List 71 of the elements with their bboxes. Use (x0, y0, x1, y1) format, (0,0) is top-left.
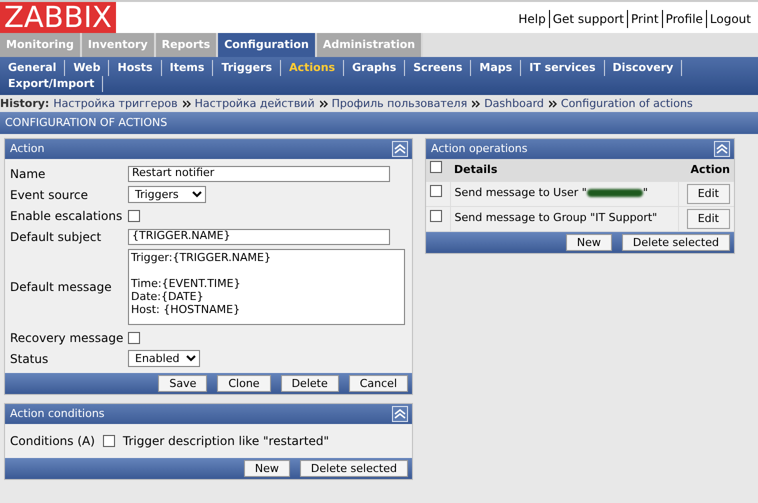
field-label: Default message (10, 279, 113, 296)
field-label: Recovery message (10, 330, 124, 346)
column-header: Details (450, 159, 678, 181)
submenu-link[interactable]: Export/Import (4, 76, 104, 92)
submenu-link[interactable]: General (4, 60, 66, 76)
checkbox[interactable] (430, 161, 442, 173)
history-link[interactable]: Профиль пользователя (332, 95, 468, 112)
checkbox[interactable] (430, 184, 442, 197)
chevron-icon (548, 100, 557, 108)
header-link[interactable]: Help (515, 10, 549, 28)
button[interactable]: Cancel (348, 375, 408, 392)
submenu-link[interactable]: Items (166, 60, 214, 76)
field-label: Enable escalations (10, 208, 124, 224)
field-label: Event source (10, 186, 90, 204)
chevron-icon (320, 100, 328, 108)
submenu-link[interactable]: Maps (475, 60, 522, 76)
operation-text: " (642, 186, 648, 200)
header-link[interactable]: Profile (662, 10, 706, 28)
message-field[interactable]: Trigger:{TRIGGER.NAME} Time:{EVENT.TIME} Date:{DATE} Host: {HOSTNAME} (128, 249, 405, 325)
history-link[interactable]: Configuration of actions (560, 95, 693, 112)
submenu-link[interactable]: IT services (525, 60, 605, 76)
button[interactable]: Save (158, 375, 208, 392)
field-label: Default subject (10, 228, 102, 246)
operation-text: Send message to User " (454, 186, 587, 200)
input-field[interactable]: {TRIGGER.NAME} (128, 228, 390, 244)
button[interactable]: Delete selected (622, 234, 730, 250)
logo: ZABBIX (0, 2, 116, 33)
history-link[interactable]: Dashboard (484, 95, 544, 112)
header-link[interactable]: Get support (548, 10, 627, 28)
menu-tab[interactable]: Configuration (218, 33, 317, 57)
panel-title: Action (10, 140, 44, 157)
collapse-icon[interactable] (392, 406, 408, 422)
column-header: Action (678, 159, 734, 181)
submenu-link[interactable]: Graphs (348, 60, 406, 76)
submenu-link[interactable]: Triggers (217, 60, 282, 76)
history-link[interactable]: Настройка действий (194, 95, 315, 112)
button[interactable]: New (244, 460, 290, 477)
collapse-icon[interactable] (392, 141, 408, 157)
submenu-link[interactable]: Screens (409, 60, 472, 76)
chevron-icon (182, 100, 191, 108)
panel-title: Action conditions (10, 406, 105, 422)
field-label: Name (10, 166, 46, 182)
submenu-link[interactable]: Discovery (608, 60, 682, 76)
edit-button[interactable]: Edit (686, 208, 730, 228)
chevron-icon (472, 100, 480, 108)
dropdown[interactable]: Enabled (128, 350, 200, 367)
field-label: Conditions (A) (10, 433, 95, 450)
header-link[interactable]: Logout (706, 10, 754, 28)
operation-text: Send message to Group "IT Support" (454, 211, 658, 224)
field-label: Status (10, 350, 50, 368)
dropdown[interactable]: Triggers (128, 186, 206, 203)
checkbox[interactable] (128, 210, 140, 222)
button[interactable]: Delete (280, 375, 339, 392)
collapse-icon[interactable] (714, 141, 730, 157)
page-title: CONFIGURATION OF ACTIONS (0, 112, 758, 134)
condition-text: Trigger description like "restarted" (122, 433, 330, 450)
history-label: History: (0, 96, 50, 112)
checkbox[interactable] (430, 210, 442, 222)
button[interactable]: Clone (217, 375, 271, 392)
input-field[interactable]: Restart notifier (128, 166, 390, 182)
panel-title: Action operations (431, 140, 528, 157)
button[interactable]: Delete selected (300, 460, 408, 477)
checkbox[interactable] (128, 332, 140, 344)
header-link[interactable]: Print (626, 10, 662, 28)
submenu-link[interactable]: Hosts (113, 60, 162, 76)
history-link[interactable]: Настройка триггеров (53, 95, 178, 112)
edit-button[interactable]: Edit (686, 184, 730, 204)
submenu-link[interactable]: Actions (285, 60, 344, 76)
checkbox[interactable] (102, 435, 115, 447)
button[interactable]: New (566, 234, 612, 250)
submenu-link[interactable]: Web (69, 60, 110, 76)
